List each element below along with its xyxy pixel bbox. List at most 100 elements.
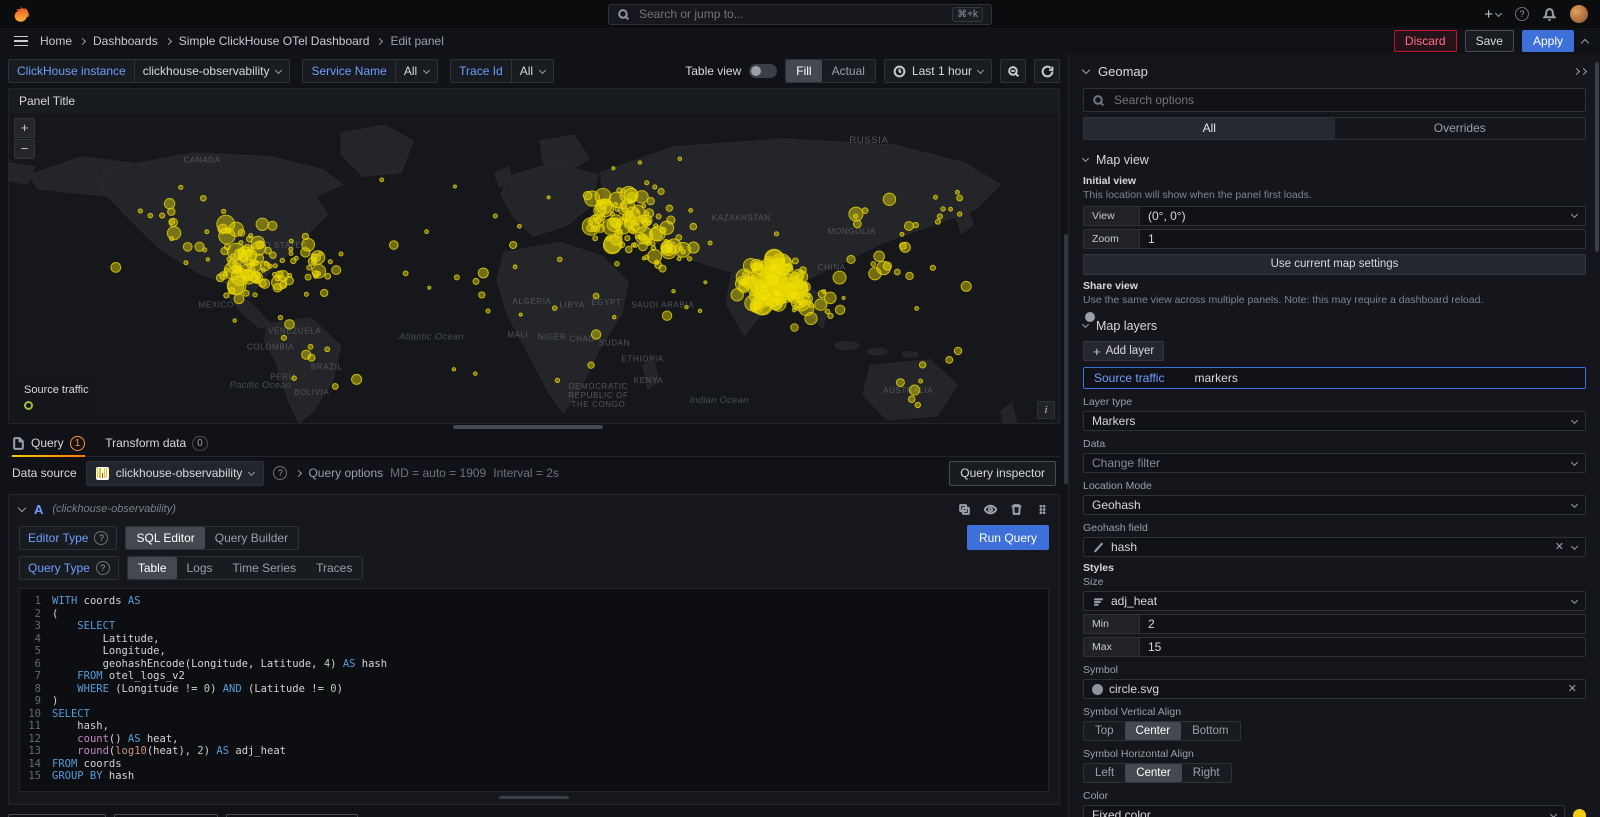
halign-center[interactable]: Center xyxy=(1125,764,1182,782)
copy-icon[interactable] xyxy=(958,503,971,516)
datasource-help-icon[interactable]: ? xyxy=(273,466,287,480)
eye-icon[interactable] xyxy=(984,503,997,516)
editor-type-sql[interactable]: SQL Editor xyxy=(126,527,204,549)
map-marker xyxy=(493,214,497,218)
layer-name[interactable]: Source traffic xyxy=(1094,371,1164,385)
refresh-button[interactable] xyxy=(1034,59,1060,83)
clear-icon[interactable]: ✕ xyxy=(1568,684,1577,695)
variable-value-dropdown[interactable]: clickhouse-observability xyxy=(134,59,291,83)
run-query-button[interactable]: Run Query xyxy=(967,525,1049,550)
options-search-input[interactable] xyxy=(1112,92,1577,108)
datasource-picker[interactable]: clickhouse-observability xyxy=(86,461,265,486)
layer-type-select[interactable]: Markers xyxy=(1083,411,1586,431)
map-zoom-in-button[interactable]: + xyxy=(14,118,35,138)
discard-button[interactable]: Discard xyxy=(1394,30,1457,52)
valign-center[interactable]: Center xyxy=(1125,722,1182,740)
editor-resize-handle[interactable] xyxy=(499,796,569,799)
data-filter-select[interactable]: Change filter xyxy=(1083,453,1586,473)
layer-item-source-traffic[interactable]: Source traffic markers xyxy=(1083,367,1586,389)
apply-button[interactable]: Apply xyxy=(1522,30,1574,52)
map-marker xyxy=(612,315,616,319)
query-type-table[interactable]: Table xyxy=(128,557,177,579)
use-current-map-settings-button[interactable]: Use current map settings xyxy=(1083,254,1586,275)
query-type-timeseries[interactable]: Time Series xyxy=(223,557,307,579)
trash-icon[interactable] xyxy=(1010,503,1023,516)
expression-button[interactable]: +Expression xyxy=(114,814,218,817)
query-row-header[interactable]: A (clickhouse-observability) xyxy=(9,495,1059,523)
map-marker xyxy=(842,297,845,300)
max-input[interactable]: 15 xyxy=(1139,637,1586,657)
drag-handle-icon[interactable] xyxy=(1036,503,1049,516)
variable-value-dropdown[interactable]: All xyxy=(511,59,554,83)
location-mode-select[interactable]: Geohash xyxy=(1083,495,1586,515)
clear-icon[interactable]: ✕ xyxy=(1555,542,1564,553)
halign-right[interactable]: Right xyxy=(1182,764,1231,782)
options-search[interactable] xyxy=(1083,88,1586,112)
plus-icon: + xyxy=(1484,6,1493,23)
panel-title[interactable]: Panel Title xyxy=(9,89,1059,113)
chevron-down-icon[interactable] xyxy=(1082,66,1090,74)
map-canvas[interactable]: RUSSIACANADAUNITED STATESMEXICOVENEZUELA… xyxy=(9,113,1059,423)
help-icon[interactable]: ? xyxy=(96,561,110,575)
recorded-query-button[interactable]: +Recorded query xyxy=(226,814,358,817)
add-query-button[interactable]: +Add query xyxy=(8,814,106,817)
section-header[interactable]: Map view xyxy=(1083,149,1586,170)
min-input[interactable]: 2 xyxy=(1139,614,1586,634)
section-header[interactable]: Map layers xyxy=(1083,315,1586,336)
table-view-toggle[interactable] xyxy=(749,64,777,78)
query-type-logs[interactable]: Logs xyxy=(177,557,223,579)
valign-top[interactable]: Top xyxy=(1084,722,1125,740)
sidebar-scrollbar[interactable] xyxy=(1595,62,1599,252)
tab-query[interactable]: Query 1 xyxy=(12,430,85,456)
bell-icon[interactable] xyxy=(1543,8,1556,21)
time-range-picker[interactable]: Last 1 hour xyxy=(884,59,992,83)
sql-editor[interactable]: 123456789101112131415 WITH coords AS( SE… xyxy=(19,588,1049,792)
editor-type-builder[interactable]: Query Builder xyxy=(205,527,298,549)
help-icon[interactable]: ? xyxy=(1515,7,1529,21)
add-layer-button[interactable]: +Add layer xyxy=(1083,341,1164,361)
map-zoom-out-button[interactable]: − xyxy=(14,139,35,159)
global-search[interactable]: ⌘+k xyxy=(608,4,992,25)
info-icon[interactable]: i xyxy=(1037,401,1055,419)
tab-all[interactable]: All xyxy=(1084,118,1335,139)
scrollbar-thumb[interactable] xyxy=(453,425,603,429)
world-map[interactable]: RUSSIACANADAUNITED STATESMEXICOVENEZUELA… xyxy=(9,113,1059,423)
help-icon[interactable]: ? xyxy=(94,531,108,545)
color-swatch[interactable] xyxy=(1573,809,1586,817)
valign-bottom[interactable]: Bottom xyxy=(1181,722,1239,740)
variable-value-dropdown[interactable]: All xyxy=(395,59,438,83)
collapse-chevron-icon[interactable] xyxy=(18,504,26,512)
map-marker xyxy=(294,256,298,260)
map-marker xyxy=(183,242,192,251)
breadcrumb-dashboards[interactable]: Dashboards xyxy=(93,34,158,48)
query-inspector-button[interactable]: Query inspector xyxy=(949,461,1056,486)
size-field-select[interactable]: adj_heat xyxy=(1083,591,1586,611)
color-select[interactable]: Fixed color xyxy=(1083,805,1565,817)
display-option-fill[interactable]: Fill xyxy=(786,60,821,82)
query-type-traces[interactable]: Traces xyxy=(306,557,362,579)
breadcrumb-dashboard-name[interactable]: Simple ClickHouse OTel Dashboard xyxy=(179,34,370,48)
grafana-logo[interactable] xyxy=(12,5,31,24)
display-option-actual[interactable]: Actual xyxy=(822,60,875,82)
query-count-badge: 1 xyxy=(70,436,86,451)
zoom-out-button[interactable] xyxy=(1000,59,1026,83)
query-options[interactable]: Query options MD = auto = 1909 Interval … xyxy=(296,466,559,480)
geohash-field-select[interactable]: hash ✕ xyxy=(1083,537,1586,557)
map-marker xyxy=(195,242,204,251)
map-marker xyxy=(557,257,562,262)
breadcrumb-home[interactable]: Home xyxy=(40,34,72,48)
avatar[interactable] xyxy=(1570,5,1588,23)
sql-code[interactable]: WITH coords AS( SELECT Latitude, Longitu… xyxy=(52,595,1048,783)
tab-overrides[interactable]: Overrides xyxy=(1335,118,1586,139)
search-input[interactable] xyxy=(637,6,945,22)
zoom-input[interactable]: 1 xyxy=(1139,229,1586,249)
symbol-select[interactable]: circle.svg ✕ xyxy=(1083,679,1586,699)
chevron-up-icon[interactable] xyxy=(1581,38,1589,46)
halign-left[interactable]: Left xyxy=(1084,764,1125,782)
view-select[interactable]: (0°, 0°) xyxy=(1139,206,1586,226)
tab-transform-data[interactable]: Transform data 0 xyxy=(105,430,207,456)
menu-icon[interactable] xyxy=(12,34,30,49)
new-button[interactable]: + xyxy=(1484,6,1501,23)
collapse-pane-button[interactable] xyxy=(1574,69,1586,74)
save-button[interactable]: Save xyxy=(1465,30,1514,52)
